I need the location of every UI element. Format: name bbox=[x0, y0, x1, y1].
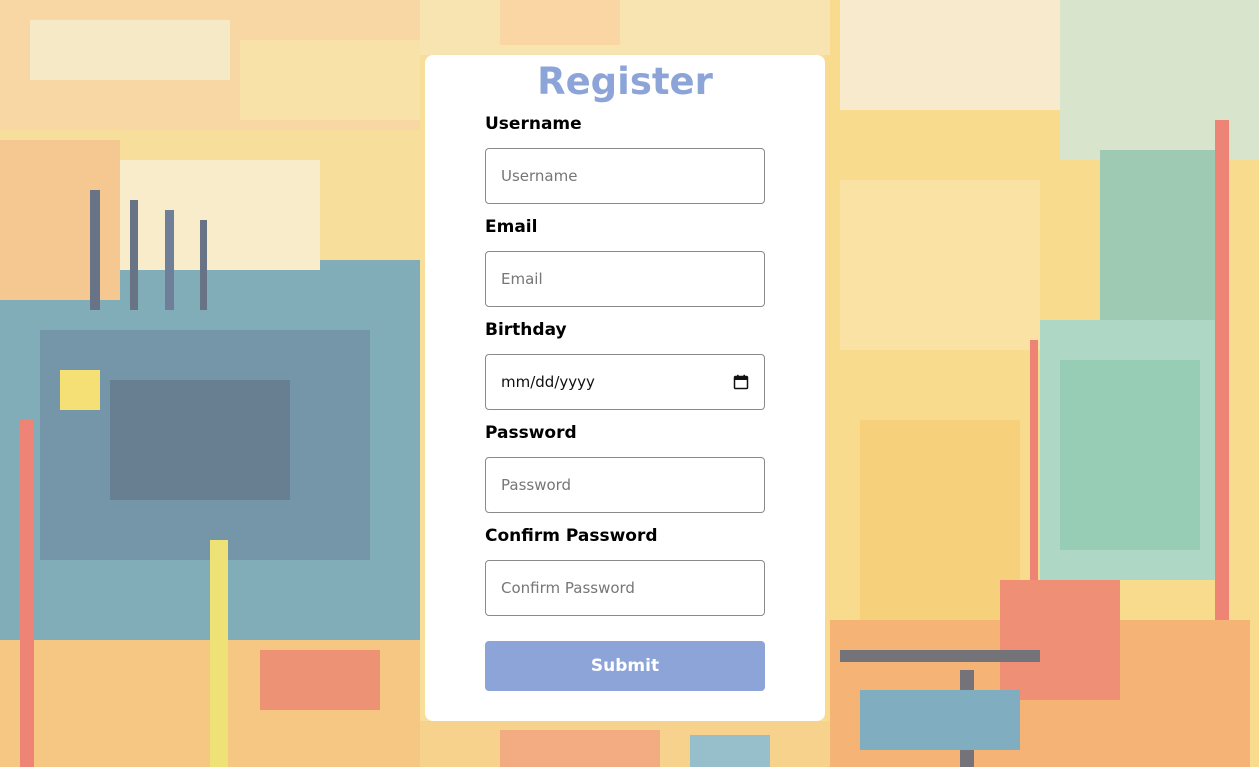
password-input[interactable] bbox=[485, 457, 765, 513]
page-title: Register bbox=[537, 60, 713, 103]
calendar-icon[interactable] bbox=[733, 374, 749, 390]
register-card: Register Username Email Birthday mm/dd/y… bbox=[425, 55, 825, 721]
password-label: Password bbox=[485, 423, 577, 443]
submit-button[interactable]: Submit bbox=[485, 641, 765, 691]
birthday-label: Birthday bbox=[485, 320, 567, 340]
confirm-password-input[interactable] bbox=[485, 560, 765, 616]
birthday-date-input[interactable]: mm/dd/yyyy bbox=[485, 354, 765, 410]
username-input[interactable] bbox=[485, 148, 765, 204]
email-input[interactable] bbox=[485, 251, 765, 307]
birthday-date-value: mm/dd/yyyy bbox=[501, 373, 595, 391]
email-label: Email bbox=[485, 217, 538, 237]
confirm-password-label: Confirm Password bbox=[485, 526, 658, 546]
username-label: Username bbox=[485, 114, 582, 134]
